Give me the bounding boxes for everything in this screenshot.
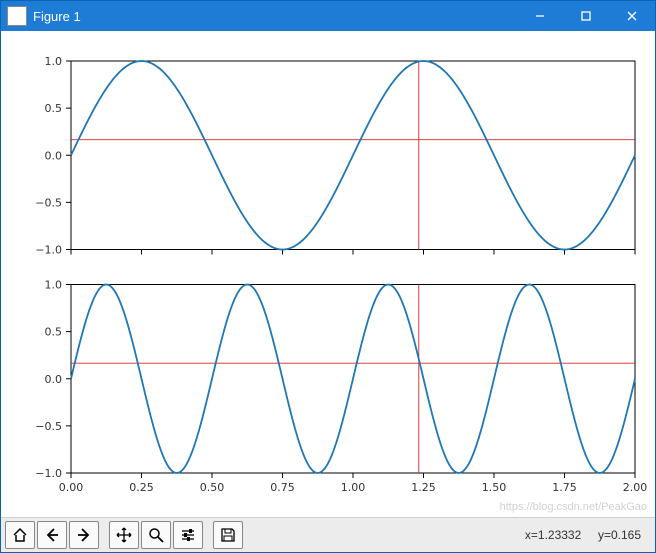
home-icon xyxy=(12,527,28,543)
svg-text:0.25: 0.25 xyxy=(129,481,154,494)
magnifier-icon xyxy=(148,527,164,543)
svg-text:1.75: 1.75 xyxy=(552,481,577,494)
sliders-icon xyxy=(180,527,196,543)
svg-text:2.00: 2.00 xyxy=(623,481,648,494)
arrow-left-icon xyxy=(44,527,60,543)
svg-text:−0.5: −0.5 xyxy=(35,196,62,209)
floppy-icon xyxy=(220,527,236,543)
svg-text:1.50: 1.50 xyxy=(482,481,507,494)
move-icon xyxy=(116,527,132,543)
svg-text:1.0: 1.0 xyxy=(45,55,63,68)
minimize-button[interactable] xyxy=(517,1,563,31)
svg-text:0.0: 0.0 xyxy=(45,149,63,162)
arrow-right-icon xyxy=(76,527,92,543)
svg-text:−0.5: −0.5 xyxy=(35,420,62,433)
forward-button[interactable] xyxy=(69,521,99,549)
back-button[interactable] xyxy=(37,521,67,549)
svg-text:−1.0: −1.0 xyxy=(35,244,62,257)
pan-button[interactable] xyxy=(109,521,139,549)
toolbar-group-nav xyxy=(5,521,101,549)
plot-canvas[interactable]: −1.0 −0.5 0.0 0.5 1.0 −1.0 −0.5 0.0 0.5 1.0 0.00 0.… xyxy=(1,31,655,517)
svg-text:0.5: 0.5 xyxy=(45,102,63,115)
navigation-toolbar: x=1.23332 y=0.165 xyxy=(1,517,655,552)
home-button[interactable] xyxy=(5,521,35,549)
svg-text:0.50: 0.50 xyxy=(200,481,225,494)
maximize-button[interactable] xyxy=(563,1,609,31)
svg-text:0.5: 0.5 xyxy=(45,326,63,339)
svg-text:0.75: 0.75 xyxy=(270,481,295,494)
app-icon xyxy=(7,6,27,26)
titlebar: Figure 1 xyxy=(1,1,655,31)
svg-text:0.0: 0.0 xyxy=(45,373,63,386)
svg-text:1.00: 1.00 xyxy=(341,481,366,494)
svg-text:1.0: 1.0 xyxy=(45,279,63,292)
svg-text:−1.0: −1.0 xyxy=(35,467,62,480)
plot-svg: −1.0 −0.5 0.0 0.5 1.0 −1.0 −0.5 0.0 0.5 1.0 0.00 0.… xyxy=(1,31,655,518)
toolbar-group-zoom xyxy=(109,521,205,549)
svg-text:1.25: 1.25 xyxy=(411,481,436,494)
close-button[interactable] xyxy=(609,1,655,31)
figure-window: Figure 1 −1.0 −0.5 0.0 0.5 1.0 −1.0 −0.5 0.0 0.5… xyxy=(0,0,656,553)
coord-x: x=1.23332 xyxy=(525,528,581,542)
coordinate-readout: x=1.23332 y=0.165 xyxy=(525,528,651,542)
coord-y: y=0.165 xyxy=(598,528,641,542)
window-title: Figure 1 xyxy=(33,9,517,24)
toolbar-group-save xyxy=(213,521,245,549)
svg-text:0.00: 0.00 xyxy=(59,481,84,494)
save-button[interactable] xyxy=(213,521,243,549)
configure-button[interactable] xyxy=(173,521,203,549)
zoom-button[interactable] xyxy=(141,521,171,549)
